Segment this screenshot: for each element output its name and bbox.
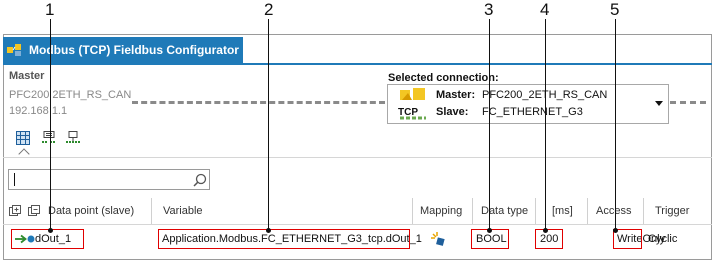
column-separator [587,198,588,224]
callout-leader-4 [545,19,546,230]
connection-line-left [132,101,385,104]
callout-leader-2 [268,19,269,230]
connection-slave-label: Slave: [436,106,469,118]
column-header-variable[interactable]: Variable [163,200,403,222]
search-input[interactable] [11,172,181,187]
collapse-all-icon[interactable] [28,205,40,217]
callout-2: 2 [264,0,274,19]
connection-master-row: Master:PFC200_2ETH_RS_CAN [436,89,607,101]
highlight-variable [158,229,410,249]
callout-dot-1 [48,228,53,233]
column-header-access[interactable]: Access [596,200,636,222]
cell-trigger[interactable]: Cyclic [648,231,677,247]
callout-leader-3 [489,19,490,230]
column-separator [643,198,644,224]
fieldbus-app-icon [7,44,21,56]
column-header-data-point[interactable]: Data point (slave) [48,200,148,222]
tree-view-icon[interactable] [42,131,56,145]
callout-3: 3 [484,0,494,19]
master-device-name: PFC200 2ETH_RS_CAN [9,89,132,101]
connection-slave-value: FC_ETHERNET_G3 [482,106,583,118]
master-heading: Master [9,70,45,82]
column-header-trigger[interactable]: Trigger [655,200,705,222]
column-header-mapping[interactable]: Mapping [420,200,470,222]
callout-leader-5 [615,19,616,230]
column-separator [472,198,473,224]
callout-dot-3 [487,228,492,233]
column-separator [151,198,152,224]
toolbar-separator [3,157,712,158]
column-header-interval[interactable]: [ms] [552,200,586,222]
tab-underline [3,63,712,65]
connection-slave-row: Slave: FC_ETHERNET_G3 [436,106,583,118]
network-view-icon[interactable] [66,131,80,145]
callout-leader-1 [50,19,51,230]
connection-master-label: Master: [436,89,476,101]
highlight-interval [535,229,563,249]
tcp-caption: TCP [398,107,418,118]
selected-connection-label: Selected connection: [388,72,499,84]
search-icon[interactable] [193,173,207,187]
connection-line-right [670,101,706,104]
mapping-icon[interactable] [430,231,446,247]
search-field[interactable] [8,169,210,190]
callout-dot-2 [266,228,271,233]
column-separator [412,198,413,224]
master-ip-address: 192.168 1.1 [9,105,68,117]
table-view-icon[interactable] [16,131,30,145]
configurator-window [3,34,712,260]
expand-all-icon[interactable] [9,205,21,217]
table-header-divider [3,224,712,225]
callout-5: 5 [610,0,620,19]
callout-1: 1 [45,0,55,19]
column-separator [535,198,536,224]
callout-dot-4 [543,228,548,233]
chevron-down-icon[interactable] [655,101,663,106]
window-title-tab[interactable]: Modbus (TCP) Fieldbus Configurator [3,37,243,63]
callout-dot-5 [613,228,618,233]
callout-4: 4 [540,0,550,19]
